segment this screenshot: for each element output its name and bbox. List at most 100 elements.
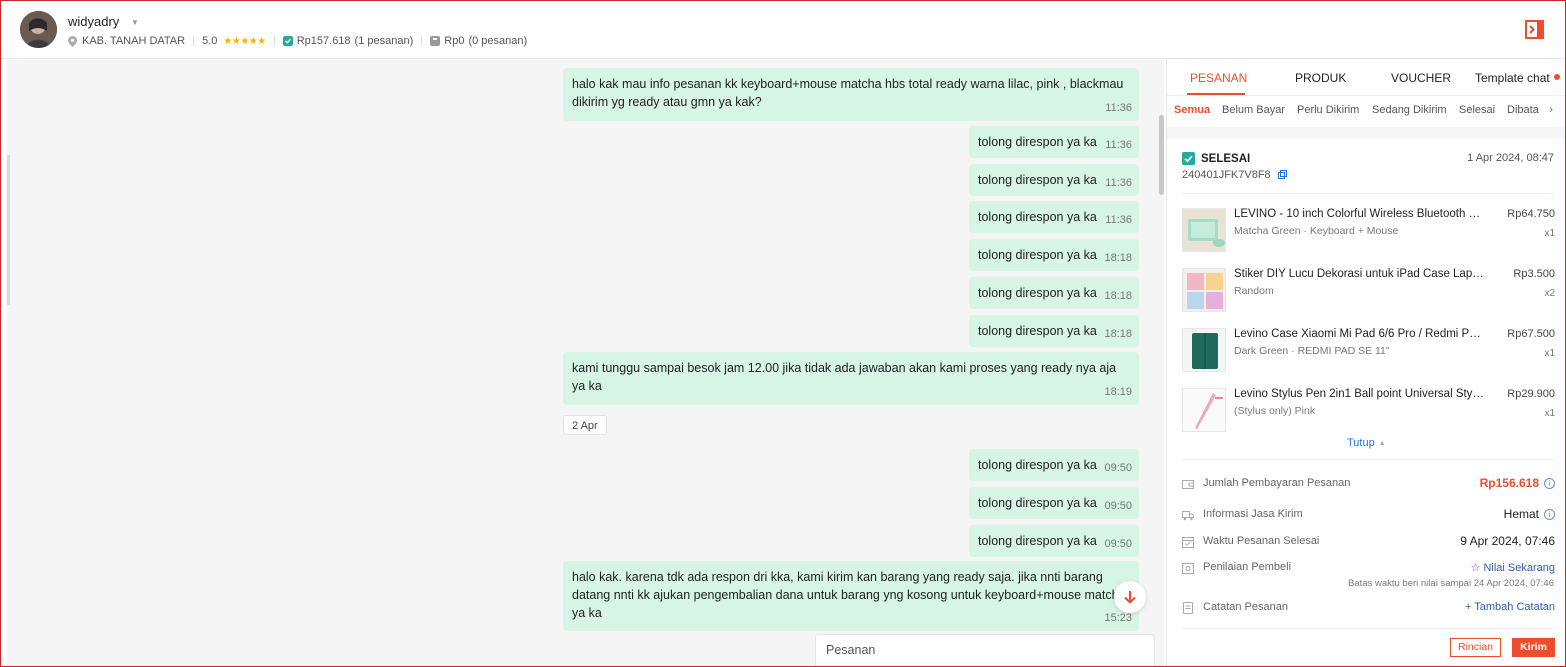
- tab-vouchers[interactable]: VOUCHER: [1391, 71, 1451, 85]
- message-text: halo kak mau info pesanan kk keyboard+mo…: [572, 77, 1124, 109]
- message-bubble[interactable]: tolong direspon ya ka 09:50: [969, 487, 1139, 519]
- order-filter-tabs: Semua Belum Bayar Perlu Dikirim Sedang D…: [1167, 97, 1565, 127]
- divider: [1182, 193, 1555, 194]
- message-bubble[interactable]: halo kak mau info pesanan kk keyboard+mo…: [563, 68, 1139, 121]
- message-bubble[interactable]: tolong direspon ya ka 11:36: [969, 201, 1139, 233]
- tab-chat-template[interactable]: Template chat: [1475, 71, 1560, 85]
- left-edge-bar: [7, 155, 10, 305]
- message-bubble[interactable]: tolong direspon ya ka 11:36: [969, 164, 1139, 196]
- chat-scrollbar[interactable]: [1159, 115, 1164, 195]
- scroll-down-button[interactable]: [1114, 581, 1146, 613]
- message-bubble[interactable]: halo kak. karena tdk ada respon dri kka,…: [563, 561, 1139, 631]
- message-time: 18:18: [1104, 290, 1132, 302]
- message-time: 18:18: [1104, 252, 1132, 264]
- message-text: kami tunggu sampai besok jam 12.00 jika …: [572, 361, 1117, 393]
- subtab-all[interactable]: Semua: [1174, 104, 1210, 116]
- truck-icon: [1182, 511, 1194, 521]
- subtab-cancelled[interactable]: Dibata: [1507, 104, 1539, 116]
- message-bubble[interactable]: tolong direspon ya ka 11:36: [969, 126, 1139, 158]
- message-bubble[interactable]: tolong direspon ya ka 09:50: [969, 449, 1139, 481]
- message-time: 18:18: [1104, 328, 1132, 340]
- rate-now-link[interactable]: ☆ Nilai Sekarang: [1471, 561, 1555, 574]
- item-name: Stiker DIY Lucu Dekorasi untuk iPad Case…: [1234, 268, 1484, 280]
- item-qty: x1: [1544, 408, 1555, 419]
- subtab-unpaid[interactable]: Belum Bayar: [1222, 104, 1285, 116]
- message-time: 09:50: [1104, 538, 1132, 550]
- order-status-label: SELESAI: [1201, 152, 1251, 165]
- product-image: [1182, 268, 1226, 312]
- message-composer[interactable]: [815, 634, 1155, 666]
- order-item[interactable]: Stiker DIY Lucu Dekorasi untuk iPad Case…: [1182, 268, 1555, 314]
- message-input[interactable]: [826, 641, 1106, 659]
- item-name: LEVINO - 10 inch Colorful Wireless Bluet…: [1234, 208, 1484, 220]
- chat-area[interactable]: halo kak mau info pesanan kk keyboard+mo…: [7, 60, 1164, 666]
- buyer-rating: 5.0: [202, 35, 218, 47]
- item-variant: Random: [1234, 285, 1274, 297]
- collapse-items-button[interactable]: Tutup ▲: [1347, 437, 1386, 449]
- copy-icon[interactable]: [1277, 170, 1287, 179]
- info-icon[interactable]: i: [1544, 509, 1555, 520]
- details-button[interactable]: Rincian: [1450, 638, 1501, 657]
- buyer-location: KAB. TANAH DATAR: [82, 35, 186, 47]
- review-icon: [1182, 563, 1194, 574]
- chevron-down-icon[interactable]: ▼: [131, 18, 139, 27]
- completed-total: Rp157.618: [296, 35, 351, 47]
- order-item[interactable]: Levino Case Xiaomi Mi Pad 6/6 Pro / Redm…: [1182, 328, 1555, 374]
- order-item[interactable]: LEVINO - 10 inch Colorful Wireless Bluet…: [1182, 208, 1555, 254]
- app-frame: widyadry ▼ KAB. TANAH DATAR 5.0 ★★★★★ Rp…: [0, 0, 1566, 667]
- order-id-row: 240401JFK7V8F8: [1182, 169, 1287, 181]
- exit-panel-icon[interactable]: [1525, 20, 1544, 39]
- order-item[interactable]: Levino Stylus Pen 2in1 Ball point Univer…: [1182, 388, 1555, 434]
- message-bubble[interactable]: tolong direspon ya ka 18:18: [969, 239, 1139, 271]
- item-price: Rp67.500: [1507, 328, 1555, 340]
- subtab-shipping[interactable]: Sedang Dikirim: [1372, 104, 1447, 116]
- pending-order-icon: [430, 36, 441, 46]
- avatar[interactable]: [20, 11, 57, 48]
- tab-orders[interactable]: PESANAN: [1190, 71, 1247, 85]
- message-bubble[interactable]: tolong direspon ya ka 09:50: [969, 525, 1139, 557]
- collapse-label: Tutup: [1347, 437, 1375, 449]
- divider: [273, 36, 275, 46]
- review-deadline: Batas waktu beri nilai sampai 24 Apr 202…: [1348, 578, 1554, 589]
- message-time: 18:19: [1104, 386, 1132, 398]
- completed-order-icon: [282, 36, 293, 46]
- chat-header: widyadry ▼ KAB. TANAH DATAR 5.0 ★★★★★ Rp…: [1, 1, 1565, 59]
- message-bubble[interactable]: tolong direspon ya ka 18:18: [969, 277, 1139, 309]
- tab-chat-template-label: Template chat: [1475, 71, 1550, 85]
- completed-time-label: Waktu Pesanan Selesai: [1203, 535, 1320, 547]
- add-note-link[interactable]: + Tambah Catatan: [1465, 601, 1555, 613]
- subtab-completed[interactable]: Selesai: [1459, 104, 1495, 116]
- calendar-icon: [1182, 537, 1194, 548]
- pending-total: Rp0: [444, 35, 465, 47]
- item-qty: x1: [1544, 228, 1555, 239]
- message-text: halo kak. karena tdk ada respon dri kka,…: [572, 570, 1126, 620]
- completed-time-row: Waktu Pesanan Selesai 9 Apr 2024, 07:46: [1182, 534, 1555, 552]
- active-tab-indicator: [1187, 93, 1245, 95]
- item-qty: x2: [1544, 288, 1555, 299]
- notification-dot: [1553, 74, 1560, 80]
- note-icon: [1183, 602, 1193, 614]
- review-row: Penilaian Pembeli ☆ Nilai Sekarang: [1182, 560, 1555, 578]
- message-time: 11:36: [1105, 177, 1132, 189]
- chevron-right-icon[interactable]: ›: [1549, 102, 1553, 116]
- order-note-row: Catatan Pesanan + Tambah Catatan: [1182, 600, 1555, 618]
- divider: [193, 36, 195, 46]
- buyer-meta: KAB. TANAH DATAR 5.0 ★★★★★ Rp157.618 (1 …: [68, 34, 527, 48]
- message-bubble[interactable]: kami tunggu sampai besok jam 12.00 jika …: [563, 352, 1139, 405]
- shipping-row: Informasi Jasa Kirim Hemat i: [1182, 507, 1555, 525]
- payment-label: Jumlah Pembayaran Pesanan: [1203, 477, 1351, 489]
- message-bubble[interactable]: tolong direspon ya ka 18:18: [969, 315, 1139, 347]
- subtab-to-ship[interactable]: Perlu Dikirim: [1297, 104, 1359, 116]
- product-image: [1182, 388, 1226, 432]
- review-label: Penilaian Pembeli: [1203, 561, 1292, 573]
- tab-products[interactable]: PRODUK: [1295, 71, 1346, 85]
- product-image: [1182, 208, 1226, 252]
- item-name: Levino Case Xiaomi Mi Pad 6/6 Pro / Redm…: [1234, 328, 1484, 340]
- pending-count: (0 pesanan): [468, 35, 528, 47]
- rating-stars: ★★★★★: [223, 35, 266, 47]
- info-icon[interactable]: i: [1544, 478, 1555, 489]
- check-clipboard-icon: [1182, 152, 1195, 165]
- send-button[interactable]: Kirim: [1512, 638, 1555, 657]
- username[interactable]: widyadry: [68, 14, 119, 29]
- completed-count: (1 pesanan): [354, 35, 414, 47]
